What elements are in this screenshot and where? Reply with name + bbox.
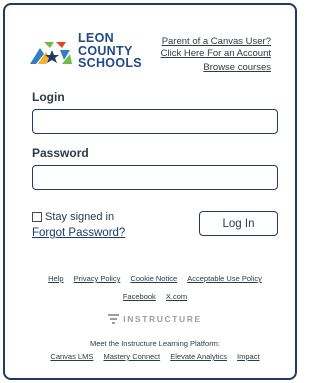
browse-courses-link[interactable]: Browse courses <box>203 62 271 73</box>
footer-links-row-2: Facebook X.com <box>5 292 305 301</box>
parent-signup-link[interactable]: Click Here For an Account <box>161 48 271 60</box>
privacy-policy-link[interactable]: Privacy Policy <box>74 274 121 283</box>
parent-question-link[interactable]: Parent of a Canvas User? <box>161 36 271 48</box>
forgot-password-link[interactable]: Forgot Password? <box>32 227 125 239</box>
login-label: Login <box>32 90 65 104</box>
password-input[interactable] <box>32 165 278 190</box>
instructure-label: INSTRUCTURE <box>123 314 202 324</box>
logo-line-3: SCHOOLS <box>78 56 142 70</box>
login-card: LEON COUNTY SCHOOLS Parent of a Canvas U… <box>3 3 297 380</box>
school-logo-icon <box>30 42 72 64</box>
leon-county-schools-logo: LEON COUNTY SCHOOLS <box>30 32 145 76</box>
meet-platform-text: Meet the Instructure Learning Platform: <box>89 339 221 348</box>
platform-links: Canvas LMS Mastery Connect Elevate Analy… <box>5 352 305 361</box>
logo-text: LEON COUNTY SCHOOLS <box>78 32 142 70</box>
stay-signed-in-label: Stay signed in <box>45 211 115 223</box>
password-label: Password <box>32 146 89 160</box>
instructure-brand: INSTRUCTURE <box>5 314 305 324</box>
logo-line-1: LEON <box>78 31 114 45</box>
x-com-link[interactable]: X.com <box>166 292 187 301</box>
login-button[interactable]: Log In <box>199 211 278 236</box>
login-input[interactable] <box>32 109 278 134</box>
canvas-lms-link[interactable]: Canvas LMS <box>50 352 93 361</box>
instructure-icon <box>108 314 120 324</box>
acceptable-use-policy-link[interactable]: Acceptable Use Policy <box>187 274 262 283</box>
footer-links-row-1: Help Privacy Policy Cookie Notice Accept… <box>5 274 305 283</box>
elevate-analytics-link[interactable]: Elevate Analytics <box>170 352 227 361</box>
cookie-notice-link[interactable]: Cookie Notice <box>130 274 177 283</box>
mastery-connect-link[interactable]: Mastery Connect <box>103 352 160 361</box>
impact-link[interactable]: Impact <box>237 352 260 361</box>
parent-account-block: Parent of a Canvas User? Click Here For … <box>161 36 271 60</box>
help-link[interactable]: Help <box>48 274 63 283</box>
stay-signed-in-checkbox[interactable] <box>32 212 42 222</box>
stay-signed-in[interactable]: Stay signed in <box>32 211 114 223</box>
facebook-link[interactable]: Facebook <box>123 292 156 301</box>
